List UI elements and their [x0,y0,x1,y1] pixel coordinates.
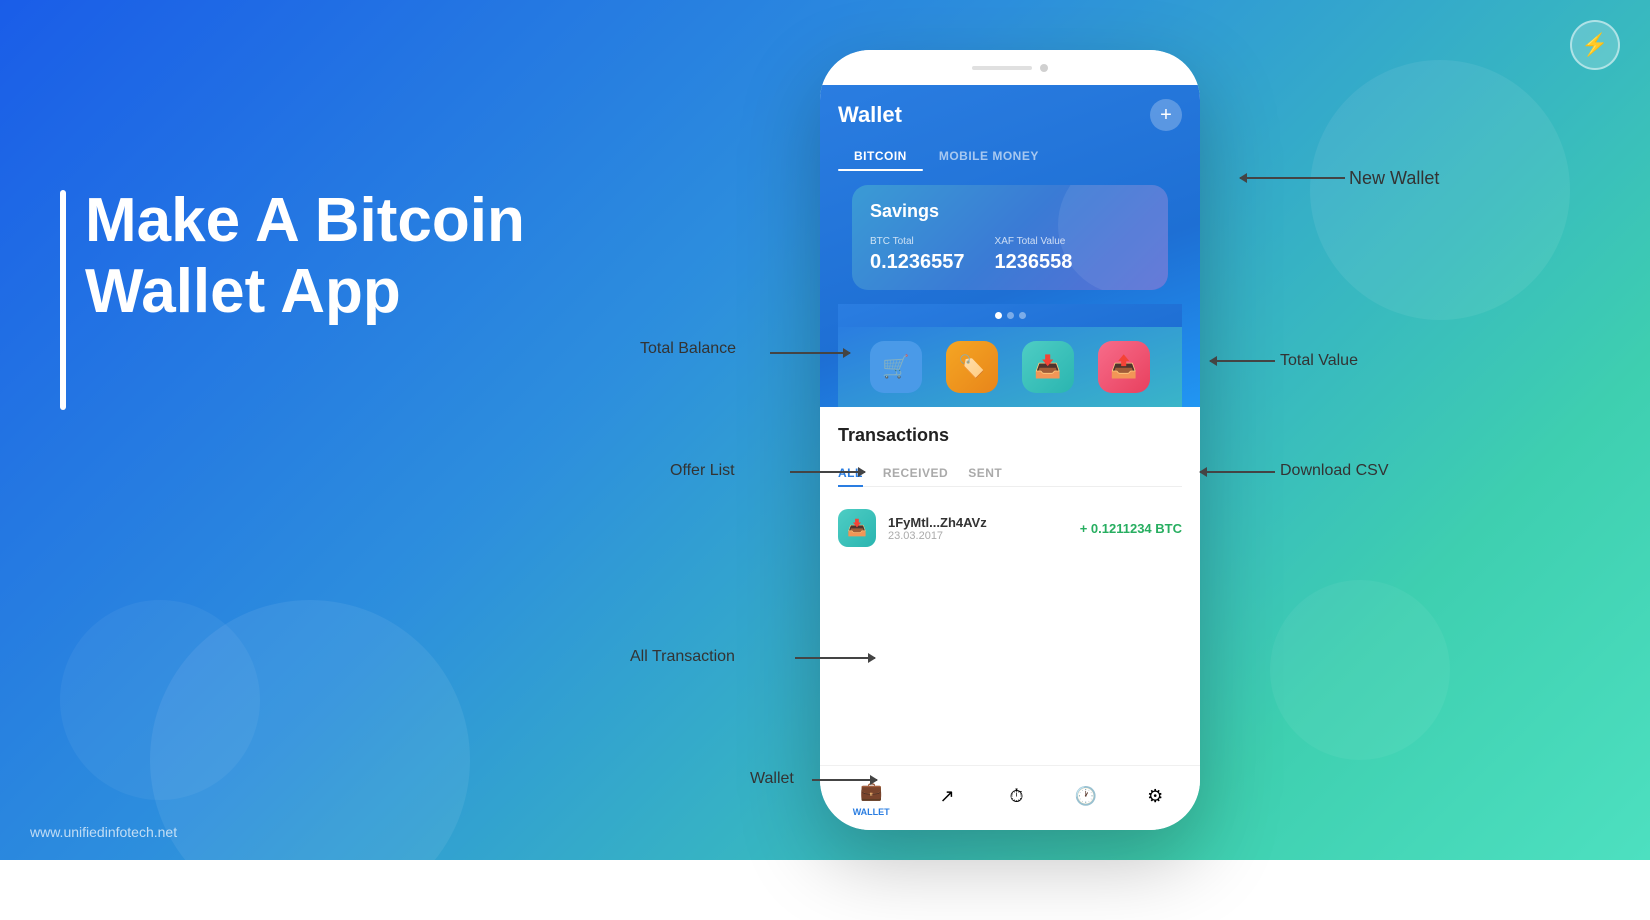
new-wallet-button[interactable]: + [1150,99,1182,131]
xaf-value: 1236558 [995,251,1073,273]
tx-received-icon: 📥 [838,509,876,547]
history-nav-icon: 🕐 [1074,785,1098,809]
all-transaction-arrow-line [795,657,875,659]
wallet-nav-arrowhead [870,775,878,785]
dot-1 [995,312,1002,319]
decorative-circle-2 [60,600,260,800]
transaction-tabs: ALL RECEIVED SENT [838,460,1182,487]
transactions-title: Transactions [838,425,1182,446]
download-csv-arrowhead [1199,467,1207,477]
download-button[interactable]: 📥 [1022,341,1074,393]
wallet-title: Wallet [838,102,902,128]
tab-received[interactable]: RECEIVED [883,460,948,486]
savings-balance-row: BTC Total 0.1236557 XAF Total Value 1236… [870,236,1150,274]
btc-total-col: BTC Total 0.1236557 [870,236,965,274]
phone-notch [950,57,1070,79]
headline: Make A Bitcoin Wallet App [85,185,525,328]
new-wallet-annotation: New Wallet [1349,168,1439,189]
new-wallet-arrowhead [1239,173,1247,183]
phone-frame: Wallet + BITCOIN MOBILE MONEY Savings [820,50,1200,830]
settings-nav-icon: ⚙ [1143,785,1167,809]
total-balance-arrowhead [843,348,851,358]
xaf-label: XAF Total Value [995,236,1073,247]
tx-address: 1FyMtl...Zh4AVz [888,515,1068,530]
tab-sent[interactable]: SENT [968,460,1002,486]
phone-mockup: Wallet + BITCOIN MOBILE MONEY Savings [820,50,1200,830]
offer-list-button[interactable]: 🛒 [870,341,922,393]
screen-header: Wallet + BITCOIN MOBILE MONEY Savings [820,85,1200,407]
total-balance-annotation: Total Balance [640,340,736,358]
xaf-total-col: XAF Total Value 1236558 [995,236,1073,274]
nav-wallet[interactable]: 💼 WALLET [853,780,890,817]
wallet-title-row: Wallet + [838,99,1182,131]
total-value-arrowhead [1209,356,1217,366]
offer-list-arrowhead [858,467,866,477]
total-value-annotation: Total Value [1280,352,1358,370]
wallet-nav-arrow-line [812,779,877,781]
send-nav-icon: ↗ [935,785,959,809]
decorative-circle-3 [1310,60,1570,320]
transaction-item: 📥 1FyMtl...Zh4AVz 23.03.2017 + 0.1211234… [838,501,1182,555]
offer-list-arrow-line [790,471,865,473]
nav-timer[interactable]: ⏱ [1004,785,1028,812]
all-transaction-arrowhead [868,653,876,663]
dot-3 [1019,312,1026,319]
headline-line2: Wallet App [85,257,401,326]
nav-settings[interactable]: ⚙ [1143,785,1167,812]
phone-notch-area [820,50,1200,85]
tx-amount: + 0.1211234 BTC [1080,521,1182,536]
wallet-nav-annotation: Wallet [750,770,794,788]
wallet-tabs: BITCOIN MOBILE MONEY [838,141,1182,171]
download-csv-annotation: Download CSV [1280,462,1389,480]
savings-card: Savings BTC Total 0.1236557 XAF Total Va… [852,185,1168,290]
btc-label: BTC Total [870,236,965,247]
website-credit: www.unifiedinfotech.net [30,824,177,840]
notch-line [972,66,1032,70]
download-csv-arrow-line [1200,471,1275,473]
new-wallet-arrow-line [1240,177,1345,179]
share-button[interactable]: 📤 [1098,341,1150,393]
transactions-section: Transactions ALL RECEIVED SENT 📥 [820,407,1200,707]
logo-icon: ⚡ [1570,20,1620,70]
tab-bitcoin[interactable]: BITCOIN [838,141,923,171]
notch-dot [1040,64,1048,72]
card-pagination-dots [838,304,1182,327]
tx-date: 23.03.2017 [888,530,1068,542]
nav-wallet-label: WALLET [853,807,890,817]
phone-screen: Wallet + BITCOIN MOBILE MONEY Savings [820,85,1200,830]
all-transaction-annotation: All Transaction [630,648,735,666]
btc-value: 0.1236557 [870,251,965,273]
dot-2 [1007,312,1014,319]
tx-details: 1FyMtl...Zh4AVz 23.03.2017 [888,515,1068,542]
headline-line1: Make A Bitcoin [85,186,525,255]
nav-send[interactable]: ↗ [935,785,959,812]
decorative-circle-4 [1270,580,1450,760]
nav-history[interactable]: 🕐 [1074,785,1098,812]
tab-mobile-money[interactable]: MOBILE MONEY [923,141,1055,171]
total-value-arrow-line [1210,360,1275,362]
timer-nav-icon: ⏱ [1004,785,1028,809]
action-buttons-row: 🛒 🏷️ 📥 📤 [838,327,1182,407]
savings-label: Savings [870,201,1150,222]
offer-list-annotation: Offer List [670,462,735,480]
left-accent-bar [60,190,66,410]
total-balance-arrow-line [770,352,850,354]
tag-button[interactable]: 🏷️ [946,341,998,393]
